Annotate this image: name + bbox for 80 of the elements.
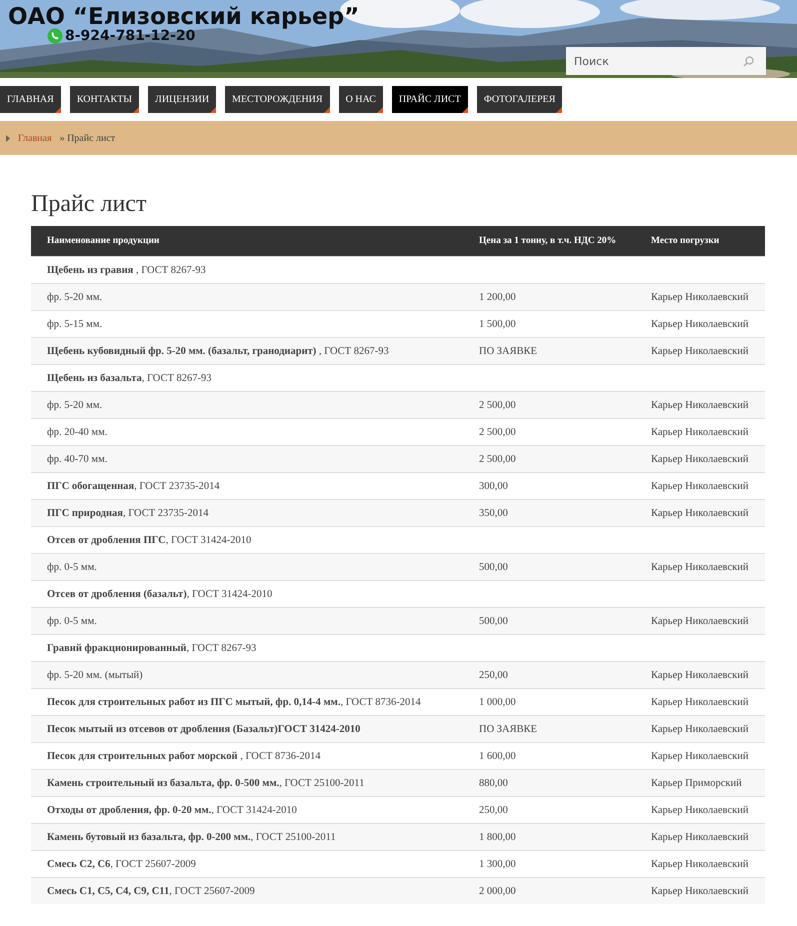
- table-cell: Карьер Николаевский: [635, 742, 765, 770]
- nav-tab[interactable]: КОНТАКТЫ: [70, 86, 140, 113]
- table-cell: 2 000,00: [463, 878, 635, 904]
- table-cell: Отходы от дробления, фр. 0-20 мм., ГОСТ 31424-2010: [31, 796, 463, 824]
- table-cell: 1 800,00: [463, 824, 635, 850]
- table-cell: фр. 0-5 мм.: [31, 608, 463, 634]
- table-cell: Карьер Николаевский: [635, 472, 765, 500]
- table-cell: Смесь С2, С6, ГОСТ 25607-2009: [31, 850, 463, 878]
- column-header: Наименование продукции: [31, 226, 463, 256]
- table-cell: Камень строительный из базальта, фр. 0-500 мм., ГОСТ 25100-2011: [31, 770, 463, 796]
- nav-tab[interactable]: МЕСТОРОЖДЕНИЯ: [225, 86, 330, 113]
- table-cell: 880,00: [463, 770, 635, 796]
- table-cell: Карьер Николаевский: [635, 284, 765, 310]
- table-cell: 1 200,00: [463, 284, 635, 310]
- phone-number: 8-924-781-12-20: [65, 28, 196, 44]
- table-cell: 2 500,00: [463, 392, 635, 418]
- table-cell: фр. 0-5 мм.: [31, 554, 463, 580]
- table-cell: Карьер Николаевский: [635, 446, 765, 472]
- table-cell: Гравий фракционированный, ГОСТ 8267-93: [31, 634, 463, 662]
- table-cell: 500,00: [463, 608, 635, 634]
- table-cell: Щебень кубовидный фр. 5-20 мм. (базальт, гранодиарит) , ГОСТ 8267-93: [31, 338, 463, 364]
- table-cell: Карьер Николаевский: [635, 824, 765, 850]
- table-cell: Песок мытый из отсевов от дробления (Базальт)ГОСТ 31424-2010: [31, 716, 463, 742]
- table-cell: фр. 20-40 мм.: [31, 418, 463, 446]
- table-cell: Карьер Николаевский: [635, 688, 765, 716]
- site-title: ОАО “Елизовский карьер”: [8, 4, 360, 30]
- nav-tab[interactable]: ПРАЙС ЛИСТ: [392, 86, 468, 113]
- table-cell: Отсев от дробления (базальт), ГОСТ 31424-2010: [31, 580, 463, 608]
- search-icon: [743, 56, 754, 67]
- table-cell: ПО ЗАЯВКЕ: [463, 338, 635, 364]
- table-cell: Карьер Николаевский: [635, 338, 765, 364]
- table-cell: Карьер Николаевский: [635, 662, 765, 688]
- search-field[interactable]: Поиск: [566, 47, 766, 75]
- nav-tab[interactable]: ЛИЦЕНЗИИ: [148, 86, 216, 113]
- table-cell: Смесь С1, С5, С4, С9, С11, ГОСТ 25607-2009: [31, 878, 463, 904]
- table-cell: Щебень из базальта, ГОСТ 8267-93: [31, 364, 463, 392]
- table-cell: Карьер Николаевский: [635, 554, 765, 580]
- nav-tab[interactable]: О НАС: [338, 86, 383, 113]
- table-cell: 1 300,00: [463, 850, 635, 878]
- column-header: Место погрузки: [635, 226, 765, 256]
- column-header: Цена за 1 тонну, в т.ч. НДС 20%: [463, 226, 635, 256]
- table-cell: Карьер Николаевский: [635, 716, 765, 742]
- table-cell: Щебень из гравия , ГОСТ 8267-93: [31, 256, 463, 284]
- table-cell: Карьер Николаевский: [635, 796, 765, 824]
- nav-tab[interactable]: ФОТОГАЛЕРЕЯ: [476, 86, 562, 113]
- table-cell: фр. 5-20 мм.: [31, 392, 463, 418]
- table-cell: Карьер Николаевский: [635, 418, 765, 446]
- table-cell: Карьер Николаевский: [635, 500, 765, 526]
- table-cell: Карьер Николаевский: [635, 310, 765, 338]
- table-cell: 300,00: [463, 472, 635, 500]
- table-cell: Камень бутовый из базальта, фр. 0-200 мм., ГОСТ 25100-2011: [31, 824, 463, 850]
- table-cell: фр. 5-20 мм. (мытый): [31, 662, 463, 688]
- table-cell: 2 500,00: [463, 446, 635, 472]
- table-cell: фр. 40-70 мм.: [31, 446, 463, 472]
- table-cell: 2 500,00: [463, 418, 635, 446]
- table-cell: Карьер Приморский: [635, 770, 765, 796]
- table-cell: Карьер Николаевский: [635, 392, 765, 418]
- table-cell: 1 600,00: [463, 742, 635, 770]
- table-cell: ПГС природная, ГОСТ 23735-2014: [31, 500, 463, 526]
- table-cell: 500,00: [463, 554, 635, 580]
- table-cell: ПО ЗАЯВКЕ: [463, 716, 635, 742]
- phone-icon: [47, 28, 63, 44]
- table-cell: Карьер Николаевский: [635, 878, 765, 904]
- page-title: Прайс лист: [31, 191, 148, 218]
- table-cell: фр. 5-20 мм.: [31, 284, 463, 310]
- table-cell: 1 000,00: [463, 688, 635, 716]
- table-cell: 350,00: [463, 500, 635, 526]
- table-cell: 250,00: [463, 796, 635, 824]
- table-cell: Песок для строительных работ морской , ГОСТ 8736-2014: [31, 742, 463, 770]
- table-cell: Карьер Николаевский: [635, 608, 765, 634]
- table-cell: фр. 5-15 мм.: [31, 310, 463, 338]
- table-cell: Отсев от дробления ПГС, ГОСТ 31424-2010: [31, 526, 463, 554]
- table-cell: Карьер Николаевский: [635, 850, 765, 878]
- table-cell: 1 500,00: [463, 310, 635, 338]
- caret-icon: [6, 134, 10, 142]
- table-cell: Песок для строительных работ из ПГС мытый, фр. 0,14-4 мм., ГОСТ 8736-2014: [31, 688, 463, 716]
- table-cell: 250,00: [463, 662, 635, 688]
- table-cell: ПГС обогащенная, ГОСТ 23735-2014: [31, 472, 463, 500]
- nav-tab[interactable]: ГЛАВНАЯ: [0, 86, 61, 113]
- breadcrumb-current: » Прайс лист: [60, 132, 116, 144]
